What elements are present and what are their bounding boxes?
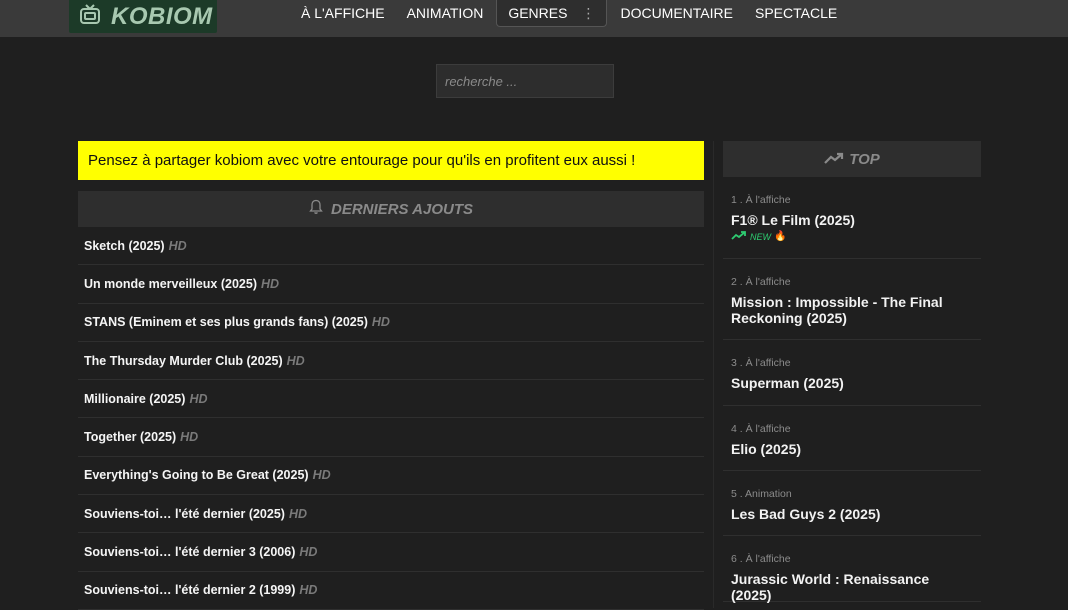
latest-additions-title: DERNIERS AJOUTS <box>331 200 473 218</box>
column-divider <box>713 141 714 608</box>
nav-item-spectacle[interactable]: SPECTACLE <box>744 0 848 27</box>
top-header: TOP <box>723 141 981 177</box>
latest-additions-header: DERNIERS AJOUTS <box>78 191 704 227</box>
tv-icon <box>79 3 101 30</box>
quality-badge: HD <box>299 545 318 560</box>
top-list-item[interactable]: 6 . À l'affiche Jurassic World : Renaiss… <box>723 536 981 603</box>
latest-item-title: Un monde merveilleux (2025) <box>84 276 257 291</box>
nav-item-documentaire[interactable]: DOCUMENTAIRE <box>609 0 744 27</box>
quality-badge: HD <box>288 506 308 521</box>
latest-item-title: Millionaire (2025) <box>84 391 186 406</box>
top-item-meta: 1 . À l'affiche <box>731 194 791 206</box>
top-item-meta: 4 . À l'affiche <box>731 423 791 435</box>
latest-item-title: Souviens-toi… l'été dernier (2025) <box>84 506 285 521</box>
top-item-title: Elio (2025) <box>731 441 802 457</box>
latest-item[interactable]: Souviens-toi… l'été dernier 2 (1999) HD <box>78 572 704 610</box>
latest-item-title: Together (2025) <box>84 430 177 445</box>
trending-up-icon <box>824 151 844 168</box>
quality-badge: HD <box>371 315 390 330</box>
kebab-menu-icon: ⋮ <box>581 4 596 21</box>
top-item-meta: 5 . Animation <box>731 488 792 500</box>
share-banner: Pensez à partager kobiom avec votre ento… <box>78 141 704 180</box>
bell-icon <box>309 199 323 219</box>
trending-up-icon <box>731 231 747 242</box>
logo-text: KOBIOM <box>111 2 213 30</box>
top-item-title: F1® Le Film (2025) <box>731 212 855 228</box>
top-list-item[interactable]: 3 . À l'affiche Superman (2025) <box>723 340 981 406</box>
latest-item[interactable]: STANS (Eminem et ses plus grands fans) (… <box>78 304 704 342</box>
latest-item-title: Sketch (2025) <box>84 238 165 253</box>
site-logo[interactable]: KOBIOM <box>69 0 217 33</box>
nav-item-genres-label: GENRES <box>508 4 568 21</box>
top-item-title: Les Bad Guys 2 (2025) <box>731 506 881 522</box>
fire-icon: 🔥 <box>774 231 787 242</box>
latest-item[interactable]: Souviens-toi… l'été dernier (2025) HD <box>78 495 704 534</box>
top-item-title: Jurassic World : Renaissance (2025) <box>731 571 930 603</box>
top-list-item[interactable]: 4 . À l'affiche Elio (2025) <box>723 406 981 471</box>
top-item-meta: 6 . À l'affiche <box>731 553 791 565</box>
nav-item-genres-dropdown[interactable]: GENRES ⋮ <box>496 0 608 27</box>
quality-badge: HD <box>260 276 280 291</box>
latest-item-title: Souviens-toi… l'été dernier 3 (2006) <box>84 545 296 560</box>
top-title: TOP <box>849 150 880 168</box>
latest-item[interactable]: Together (2025) HD <box>78 418 704 457</box>
latest-item[interactable]: Everything's Going to Be Great (2025) HD <box>78 457 704 496</box>
top-list-item[interactable]: 5 . Animation Les Bad Guys 2 (2025) <box>723 471 981 536</box>
latest-item-title: The Thursday Murder Club (2025) <box>84 353 283 368</box>
latest-item[interactable]: Souviens-toi… l'été dernier 3 (2006) HD <box>78 533 704 572</box>
quality-badge: HD <box>180 430 199 445</box>
top-navigation-bar: KOBIOM À L'AFFICHE ANIMATION GENRES ⋮ DO… <box>0 0 1068 37</box>
top-list: 1 . À l'affiche F1® Le Film (2025) NEW 🔥… <box>723 177 981 603</box>
nav-item-animation[interactable]: ANIMATION <box>396 0 495 27</box>
latest-item-title: Everything's Going to Be Great (2025) <box>84 468 309 483</box>
search-input[interactable] <box>436 64 614 98</box>
quality-badge: HD <box>299 583 318 598</box>
latest-item[interactable]: The Thursday Murder Club (2025) HD <box>78 342 704 381</box>
quality-badge: HD <box>286 353 305 368</box>
latest-item[interactable]: Un monde merveilleux (2025) HD <box>78 265 704 304</box>
new-badge-label: NEW <box>750 231 771 242</box>
top-item-title: Mission : Impossible - The Final Reckoni… <box>731 294 943 326</box>
latest-item-title: Souviens-toi… l'été dernier 2 (1999) <box>84 583 296 598</box>
latest-item[interactable]: Millionaire (2025) HD <box>78 380 704 419</box>
quality-badge: HD <box>189 391 208 406</box>
latest-additions-list: Sketch (2025) HD Un monde merveilleux (20… <box>78 227 704 610</box>
top-list-item[interactable]: 2 . À l'affiche Mission : Impossible - T… <box>723 259 981 340</box>
main-nav: À L'AFFICHE ANIMATION GENRES ⋮ DOCUMENTA… <box>290 0 848 27</box>
top-list-item[interactable]: 1 . À l'affiche F1® Le Film (2025) NEW 🔥 <box>723 177 981 259</box>
new-badge: NEW 🔥 <box>731 231 973 242</box>
quality-badge: HD <box>312 468 331 483</box>
latest-item-title: STANS (Eminem et ses plus grands fans) (… <box>84 315 368 330</box>
top-item-meta: 3 . À l'affiche <box>731 357 791 369</box>
top-item-title: Superman (2025) <box>731 375 844 391</box>
quality-badge: HD <box>168 238 187 253</box>
latest-item[interactable]: Sketch (2025) HD <box>78 227 704 266</box>
top-item-meta: 2 . À l'affiche <box>731 276 791 288</box>
nav-item-a-laffiche[interactable]: À L'AFFICHE <box>290 0 396 27</box>
